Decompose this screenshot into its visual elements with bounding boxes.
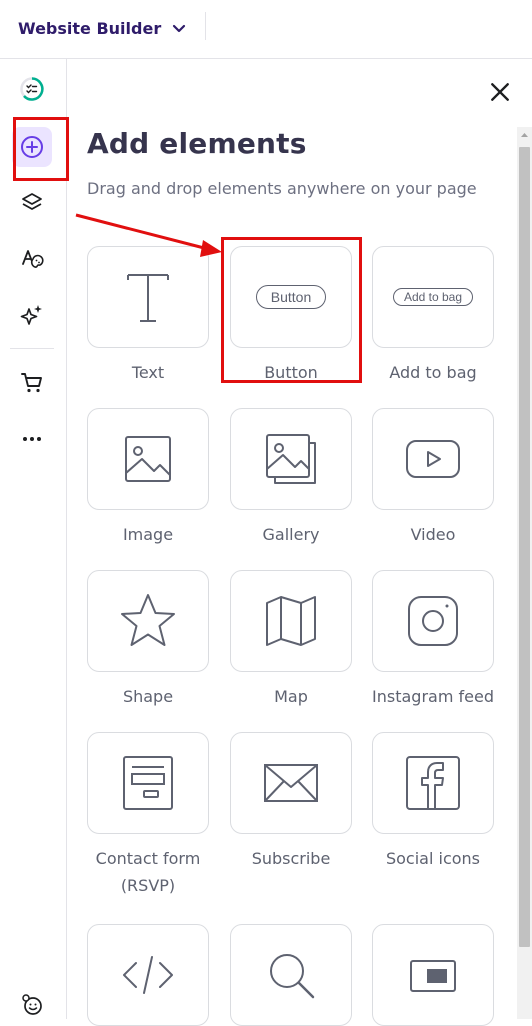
annotation-arrow (75, 213, 222, 257)
